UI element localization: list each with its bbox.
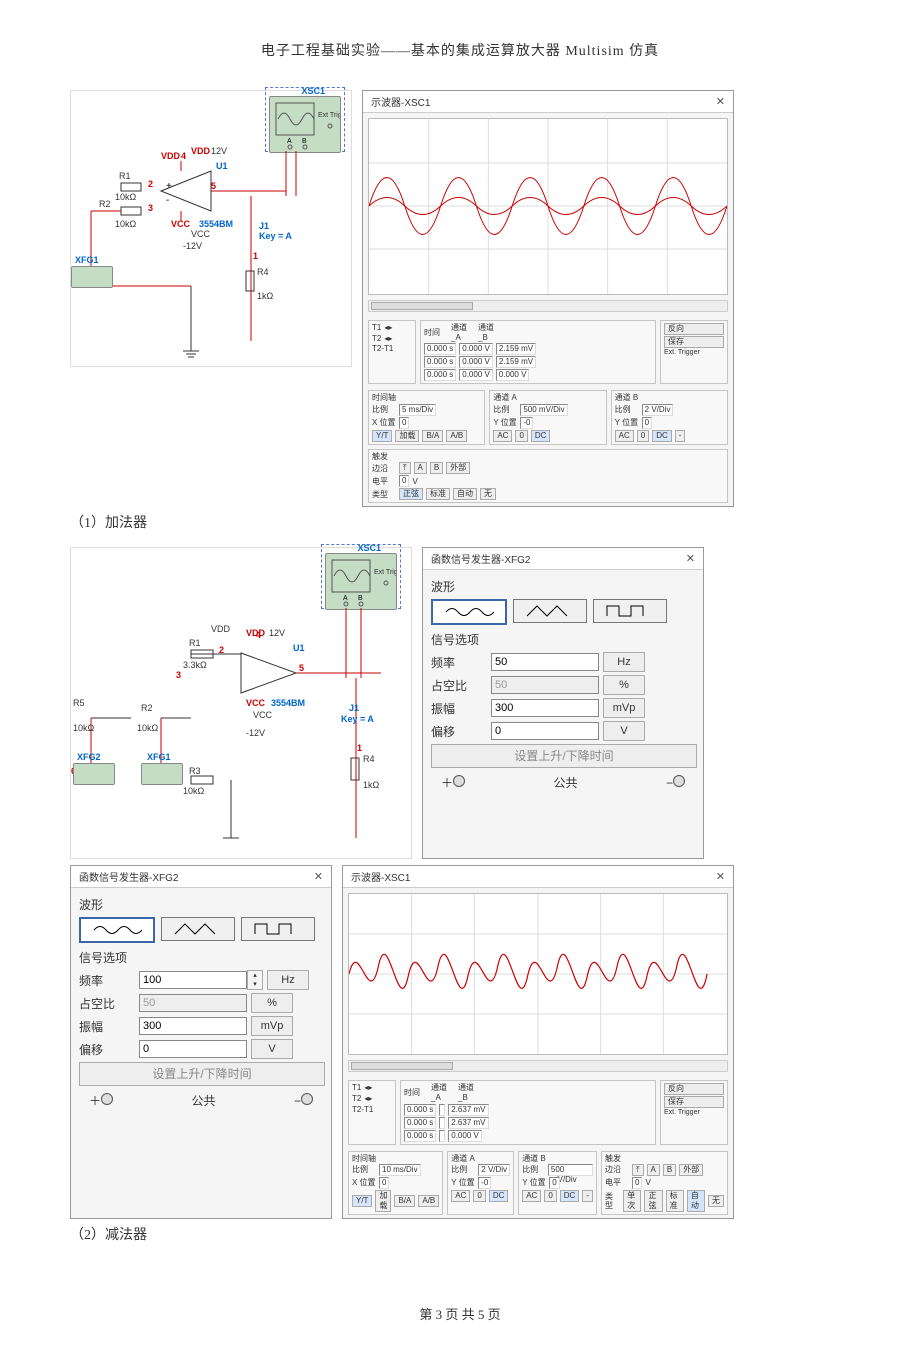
section-subtractor: Ext Trig A B XSC1 bbox=[70, 547, 850, 1244]
oscilloscope-2: 示波器-XSC1 ✕ T1◂▸ bbox=[342, 865, 734, 1219]
schematic-subtractor: Ext Trig A B XSC1 bbox=[70, 547, 412, 859]
sine-wave-button[interactable] bbox=[79, 917, 155, 943]
freq-input[interactable] bbox=[139, 971, 247, 989]
triangle-wave-button[interactable] bbox=[161, 917, 235, 941]
funcgen-a: 函数信号发生器-XFG2 ✕ 波形 信号选项 频率Hz 占空比% 振幅mVp 偏… bbox=[422, 547, 704, 859]
amp-input[interactable] bbox=[139, 1017, 247, 1035]
svg-text:+: + bbox=[166, 181, 172, 192]
osc-screen bbox=[368, 118, 728, 295]
section-adder: Ext Trig A B XSC1 + - bbox=[70, 90, 850, 532]
save-button[interactable]: 保存 bbox=[664, 336, 724, 348]
page-footer: 第 3 页 共 5 页 bbox=[70, 1304, 850, 1323]
caption-1: （1）加法器 bbox=[70, 512, 850, 532]
triangle-wave-button[interactable] bbox=[513, 599, 587, 623]
rise-fall-button[interactable]: 设置上升/下降时间 bbox=[431, 744, 697, 768]
duty-input bbox=[491, 676, 599, 694]
caption-2: （2）减法器 bbox=[70, 1224, 850, 1244]
square-wave-button[interactable] bbox=[241, 917, 315, 941]
scrollbar[interactable] bbox=[368, 300, 728, 312]
close-icon[interactable]: ✕ bbox=[716, 870, 725, 883]
scrollbar[interactable] bbox=[348, 1060, 728, 1072]
rise-fall-button[interactable]: 设置上升/下降时间 bbox=[79, 1062, 325, 1086]
funcgen-b: 函数信号发生器-XFG2 ✕ 波形 信号选项 频率▴▾Hz 占空比% 振幅mVp… bbox=[70, 865, 332, 1219]
osc-title: 示波器-XSC1 bbox=[371, 94, 430, 109]
sine-wave-button[interactable] bbox=[431, 599, 507, 625]
close-icon[interactable]: ✕ bbox=[314, 870, 323, 883]
page-header: 电子工程基础实验——基本的集成运算放大器 Multisim 仿真 bbox=[70, 40, 850, 60]
square-wave-button[interactable] bbox=[593, 599, 667, 623]
amp-input[interactable] bbox=[491, 699, 599, 717]
schematic-adder: Ext Trig A B XSC1 + - bbox=[70, 90, 352, 367]
oscilloscope-1: 示波器-XSC1 ✕ bbox=[362, 90, 734, 507]
fgen-title: 函数信号发生器-XFG2 bbox=[431, 551, 530, 566]
close-icon[interactable]: ✕ bbox=[686, 552, 695, 565]
svg-text:-: - bbox=[166, 195, 169, 206]
freq-input[interactable] bbox=[491, 653, 599, 671]
offset-input[interactable] bbox=[139, 1040, 247, 1058]
offset-input[interactable] bbox=[491, 722, 599, 740]
reverse-button[interactable]: 反向 bbox=[664, 323, 724, 335]
close-icon[interactable]: ✕ bbox=[716, 95, 725, 108]
